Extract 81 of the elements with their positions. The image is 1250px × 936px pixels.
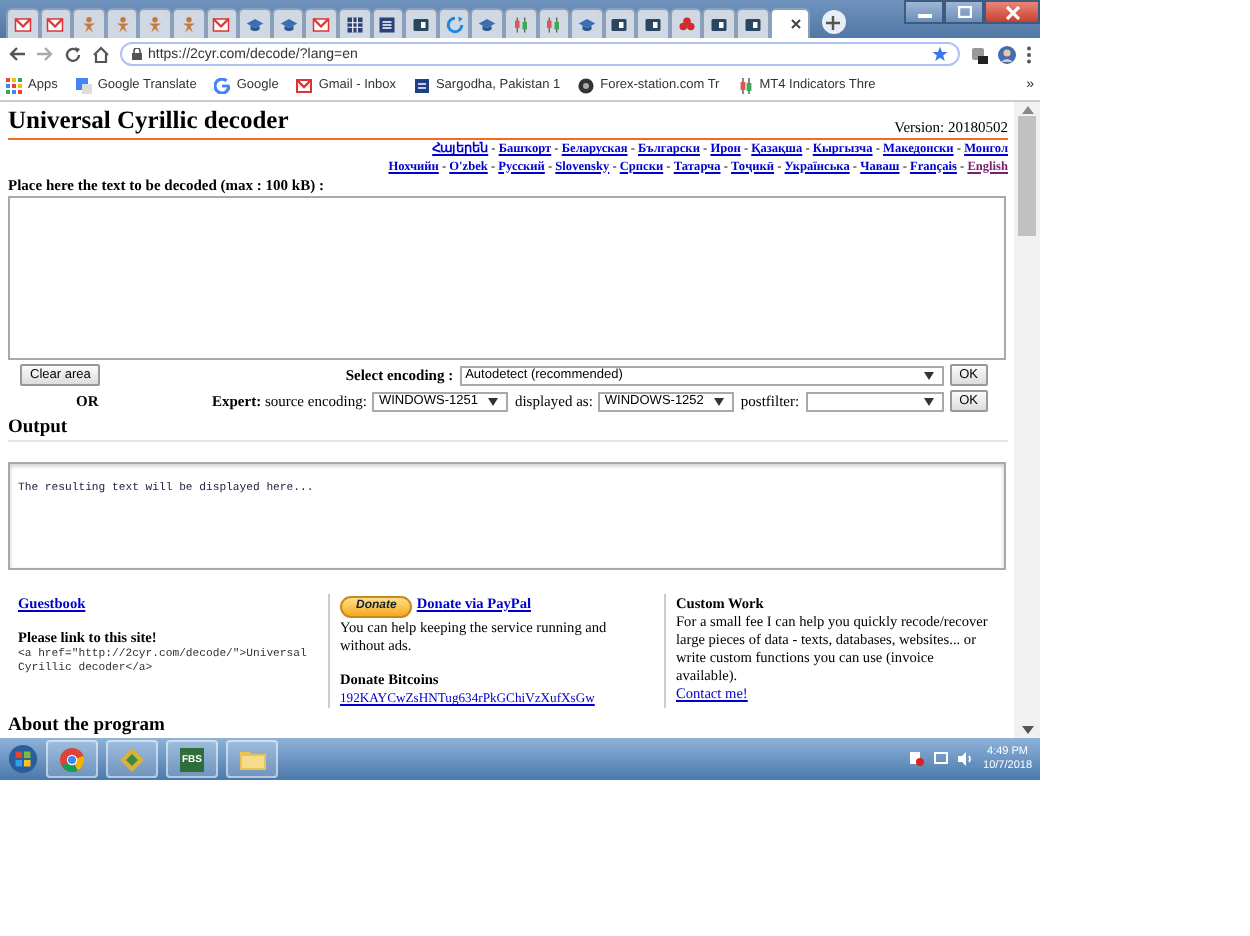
- reload-icon[interactable]: [64, 45, 82, 63]
- output-heading: Output: [8, 418, 1008, 442]
- globe-icon: [578, 77, 595, 93]
- avatar-icon[interactable]: [998, 45, 1016, 63]
- browser-tab[interactable]: [769, 8, 810, 38]
- dropdown-caret-icon: [923, 371, 934, 379]
- browser-tab[interactable]: [271, 8, 305, 38]
- taskbar-app-button[interactable]: [46, 740, 98, 778]
- extension-icon[interactable]: [970, 45, 988, 63]
- plus-icon: [826, 15, 841, 29]
- close-icon: [1005, 5, 1019, 19]
- maximize-button[interactable]: [944, 0, 984, 24]
- mail-icon: [312, 15, 331, 33]
- lock-icon: [132, 48, 142, 60]
- dropdown-caret-icon: [923, 397, 934, 405]
- figure-icon: [179, 15, 198, 33]
- dropdown-caret-icon: [714, 397, 725, 405]
- figure-icon: [113, 15, 132, 33]
- mail-icon: [46, 15, 65, 33]
- browser-tab[interactable]: [702, 8, 737, 38]
- browser-tab[interactable]: [238, 8, 272, 38]
- scroll-down-icon[interactable]: [1021, 726, 1033, 734]
- browser-tab[interactable]: [205, 8, 239, 38]
- new-tab-button[interactable]: [821, 10, 846, 34]
- folder-icon: [239, 748, 265, 770]
- cap-icon: [245, 15, 264, 33]
- refresh-icon: [445, 15, 464, 33]
- browser-tab[interactable]: [736, 8, 770, 38]
- google-icon: [214, 77, 231, 93]
- candlestick-icon: [544, 15, 563, 33]
- browser-icon: [60, 747, 84, 771]
- apps-grid-icon: [6, 77, 22, 93]
- flag-icon[interactable]: [909, 752, 924, 766]
- grid-icon: [345, 15, 364, 33]
- box-icon: [644, 15, 663, 33]
- cap-icon: [279, 15, 298, 33]
- menu-icon[interactable]: [1026, 45, 1032, 63]
- list-icon: [378, 15, 397, 33]
- input-textarea[interactable]: [8, 196, 1006, 360]
- browser-tab[interactable]: [636, 8, 670, 38]
- browser-tab[interactable]: [570, 8, 604, 38]
- browser-tab[interactable]: [603, 8, 637, 38]
- close-icon[interactable]: [789, 18, 802, 30]
- box-icon: [743, 15, 762, 33]
- cap-icon: [577, 15, 596, 33]
- maximize-icon: [957, 6, 971, 18]
- close-window-button[interactable]: [984, 0, 1040, 24]
- cap-icon: [478, 15, 497, 33]
- scrollbar-thumb[interactable]: [1018, 116, 1036, 236]
- back-icon[interactable]: [8, 46, 26, 62]
- browser-tab[interactable]: [6, 8, 40, 38]
- browser-tab[interactable]: [39, 8, 73, 38]
- box-icon: [610, 15, 629, 33]
- mail-icon: [13, 15, 32, 33]
- browser-tab[interactable]: [371, 8, 405, 38]
- minimize-button[interactable]: [904, 0, 944, 24]
- page-title: Universal Cyrillic decoder: [8, 106, 289, 136]
- browser-tab[interactable]: [404, 8, 438, 38]
- mail-icon: [296, 77, 313, 93]
- candlestick-icon: [737, 77, 754, 93]
- box-icon: [710, 15, 729, 33]
- about-heading: About the program: [8, 716, 167, 736]
- browser-tab[interactable]: [304, 8, 338, 38]
- box-icon: [411, 15, 430, 33]
- browser-tab[interactable]: [337, 8, 372, 38]
- star-icon[interactable]: [932, 46, 948, 62]
- mail-icon: [212, 15, 231, 33]
- speaker-icon[interactable]: [957, 752, 974, 766]
- home-icon[interactable]: [92, 45, 110, 63]
- browser-tab[interactable]: [470, 8, 504, 38]
- start-orb-icon[interactable]: [8, 744, 38, 774]
- flower-icon: [677, 15, 696, 33]
- diamond-icon: [120, 747, 144, 771]
- network-icon[interactable]: [933, 752, 948, 766]
- figure-icon: [146, 15, 165, 33]
- dropdown-caret-icon: [488, 397, 499, 405]
- translate-icon: [75, 77, 92, 93]
- document-icon: [413, 77, 430, 93]
- figure-icon: [79, 15, 98, 33]
- candlestick-icon: [511, 15, 530, 33]
- taskbar-app-button[interactable]: [106, 740, 158, 778]
